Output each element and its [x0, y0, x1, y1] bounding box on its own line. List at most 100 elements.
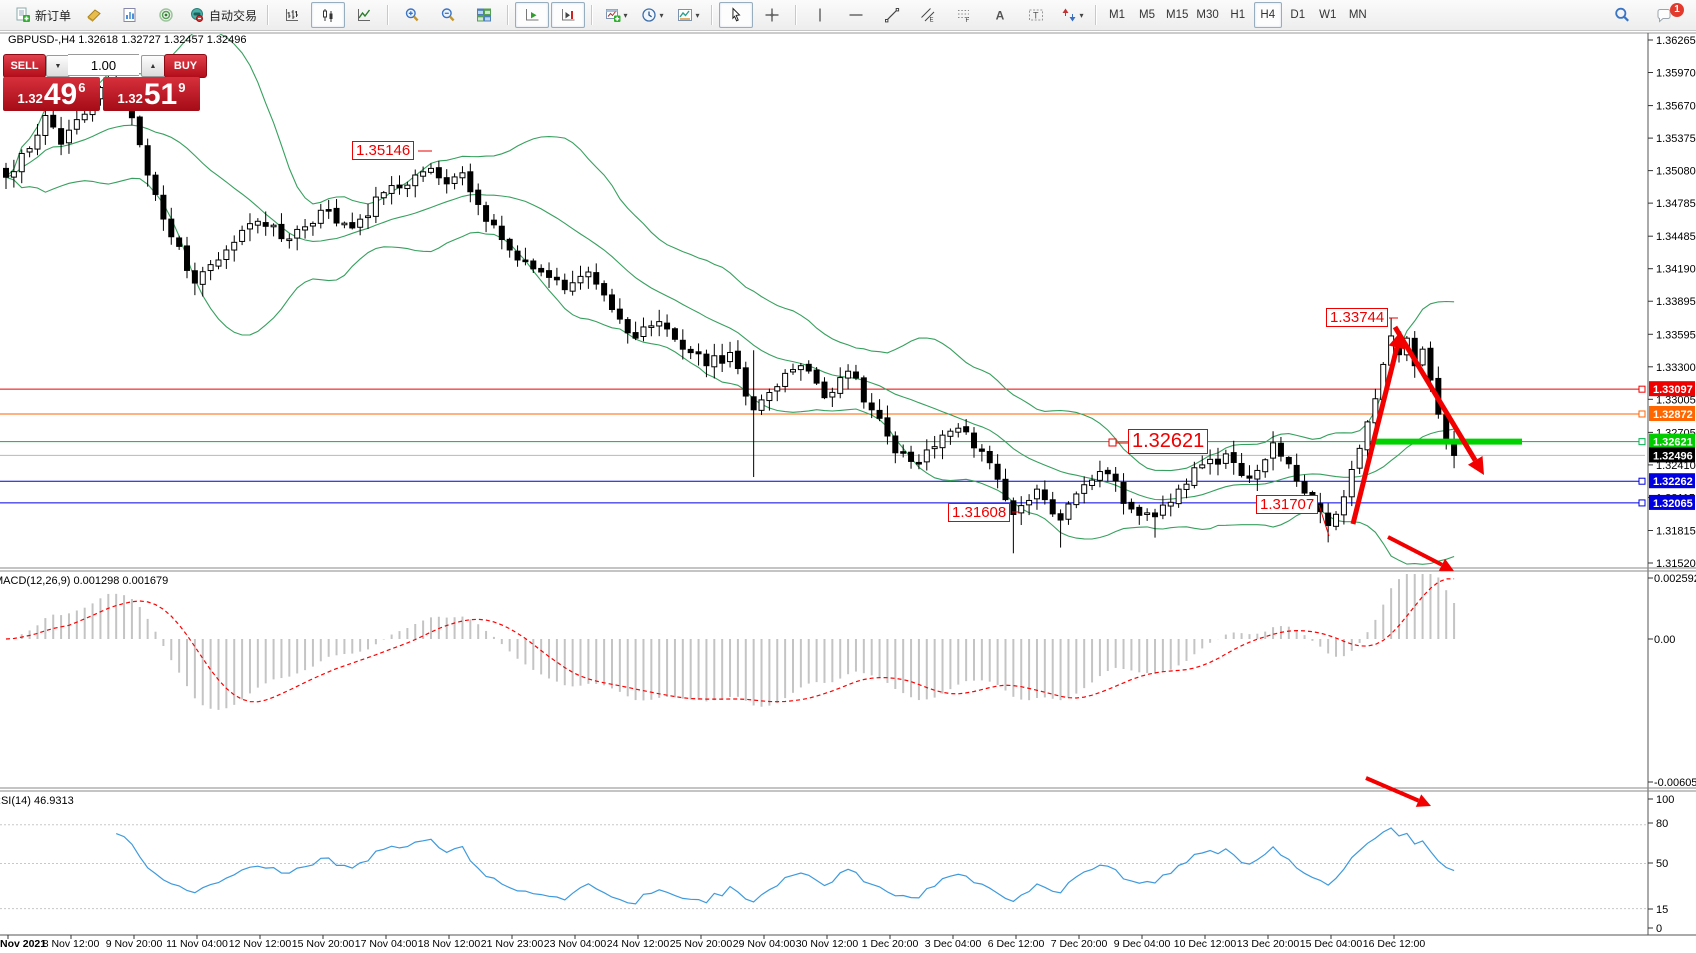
rsi-indicator-label: RSI(14) 46.9313 [0, 795, 74, 807]
zoom-in-icon [404, 7, 420, 23]
toolbar-separator [387, 5, 389, 25]
price-annotation[interactable]: 1.32621 [1128, 429, 1208, 454]
text-label-button[interactable]: T [1019, 2, 1053, 28]
price-annotation[interactable]: 1.33744 [1326, 308, 1388, 327]
new-order-button[interactable]: 新订单 [11, 2, 75, 28]
buy-price-panel[interactable]: 1.32 51 9 [103, 77, 200, 111]
tf-m1-button[interactable]: M1 [1103, 2, 1131, 28]
volume-decrease-button[interactable]: ▼ [46, 55, 70, 77]
bar-chart-button[interactable] [275, 2, 309, 28]
dropdown-caret-icon[interactable]: ▾ [696, 11, 700, 20]
fibonacci-icon: F [956, 7, 972, 23]
toolbar-separator [795, 5, 797, 25]
autotrade-icon [189, 7, 205, 23]
zoom-out-icon [440, 7, 456, 23]
signals-button[interactable] [149, 2, 183, 28]
trendline-icon [884, 7, 900, 23]
tf-h1-button[interactable]: H1 [1224, 2, 1252, 28]
sell-price-panel[interactable]: 1.32 49 6 [3, 77, 100, 111]
vertical-line-button[interactable] [803, 2, 837, 28]
search-button[interactable] [1605, 2, 1639, 28]
tf-h4-button-label: H4 [1260, 9, 1275, 21]
tf-m5-button[interactable]: M5 [1133, 2, 1161, 28]
zoom-in-button[interactable] [395, 2, 429, 28]
dropdown-caret-icon[interactable]: ▾ [624, 11, 628, 20]
tf-mn-button[interactable]: MN [1344, 2, 1372, 28]
chart-shift-button[interactable] [551, 2, 585, 28]
dropdown-caret-icon[interactable]: ▾ [1080, 11, 1084, 20]
arrows-icon [1061, 7, 1077, 23]
time-label: 12 Nov 12:00 [229, 938, 291, 950]
tf-w1-button[interactable]: W1 [1314, 2, 1342, 28]
time-label: 29 Nov 04:00 [733, 938, 795, 950]
buy-button[interactable]: BUY [164, 54, 207, 78]
new-order-button-label: 新订单 [35, 7, 71, 24]
dropdown-caret-icon[interactable]: ▾ [660, 11, 664, 20]
svg-text:1.32621: 1.32621 [1653, 437, 1693, 449]
zoom-out-button[interactable] [431, 2, 465, 28]
time-label: 17 Nov 04:00 [355, 938, 417, 950]
chart-canvas[interactable]: 1.362651.359701.356701.353751.350801.347… [0, 0, 1696, 953]
time-label: 25 Nov 20:00 [670, 938, 732, 950]
tf-m15-button-label: M15 [1166, 9, 1188, 21]
cursor-button[interactable] [719, 2, 753, 28]
svg-text:A: A [996, 9, 1005, 23]
volume-input[interactable] [68, 54, 139, 76]
tf-d1-button-label: D1 [1290, 9, 1305, 21]
time-label: 1 Dec 20:00 [862, 938, 919, 950]
svg-text:1.33595: 1.33595 [1656, 329, 1696, 341]
svg-text:80: 80 [1656, 818, 1668, 830]
tf-h4-button[interactable]: H4 [1254, 2, 1282, 28]
time-label: 3 Dec 04:00 [925, 938, 982, 950]
svg-text:T: T [1033, 11, 1039, 21]
periods-button[interactable]: ▾ [635, 2, 669, 28]
price-annotation[interactable]: 1.35146 [352, 141, 414, 160]
profiles-button[interactable] [113, 2, 147, 28]
indicators-icon [605, 7, 621, 23]
search-icon [1614, 7, 1630, 23]
horizontal-line-icon [848, 7, 864, 23]
time-axis[interactable]: Nov 20218 Nov 12:009 Nov 20:0011 Nov 04:… [0, 936, 1696, 953]
price-annotation[interactable]: 1.31707 [1256, 495, 1318, 514]
time-label: 15 Dec 04:00 [1300, 938, 1362, 950]
auto-trading-button[interactable]: 自动交易 [185, 2, 261, 28]
tf-mn-button-label: MN [1349, 9, 1367, 21]
svg-text:100: 100 [1656, 794, 1674, 806]
toolbar-separator [711, 5, 713, 25]
svg-text:0.002592: 0.002592 [1654, 573, 1696, 585]
volume-increase-button[interactable]: ▲ [141, 55, 165, 77]
crosshair-button[interactable] [755, 2, 789, 28]
tile-windows-button[interactable] [467, 2, 501, 28]
arrows-button[interactable]: ▾ [1055, 2, 1089, 28]
line-chart-button[interactable] [347, 2, 381, 28]
sell-button[interactable]: SELL [3, 54, 46, 78]
cursor-icon [728, 7, 744, 23]
tf-m15-button[interactable]: M15 [1163, 2, 1191, 28]
tf-m30-button[interactable]: M30 [1193, 2, 1221, 28]
horizontal-line-button[interactable] [839, 2, 873, 28]
toolbar-separator [1095, 5, 1097, 25]
candlestick-button[interactable] [311, 2, 345, 28]
fibonacci-button[interactable]: F [947, 2, 981, 28]
new-chart-button[interactable] [77, 2, 111, 28]
crosshair-icon [764, 7, 780, 23]
tf-d1-button[interactable]: D1 [1284, 2, 1312, 28]
chart-area[interactable]: 1.362651.359701.356701.353751.350801.347… [0, 31, 1696, 953]
auto-scroll-button[interactable] [515, 2, 549, 28]
svg-text:1.35670: 1.35670 [1656, 101, 1696, 113]
text-button[interactable]: A [983, 2, 1017, 28]
trendline-button[interactable] [875, 2, 909, 28]
time-label: 24 Nov 12:00 [607, 938, 669, 950]
notifications-button[interactable]: 1 [1647, 2, 1681, 28]
svg-text:1.32262: 1.32262 [1653, 476, 1693, 488]
equidistant-channel-button[interactable]: E [911, 2, 945, 28]
time-label: 11 Nov 04:00 [166, 938, 228, 950]
time-label: 6 Dec 12:00 [988, 938, 1045, 950]
svg-text:1.35375: 1.35375 [1656, 133, 1696, 145]
svg-text:1.31815: 1.31815 [1656, 525, 1696, 537]
buy-price-pip: 9 [178, 80, 185, 95]
svg-text:1.35080: 1.35080 [1656, 166, 1696, 178]
indicators-button[interactable]: ▾ [599, 2, 633, 28]
price-annotation[interactable]: 1.31608 [948, 503, 1010, 522]
templates-button[interactable]: ▾ [671, 2, 705, 28]
